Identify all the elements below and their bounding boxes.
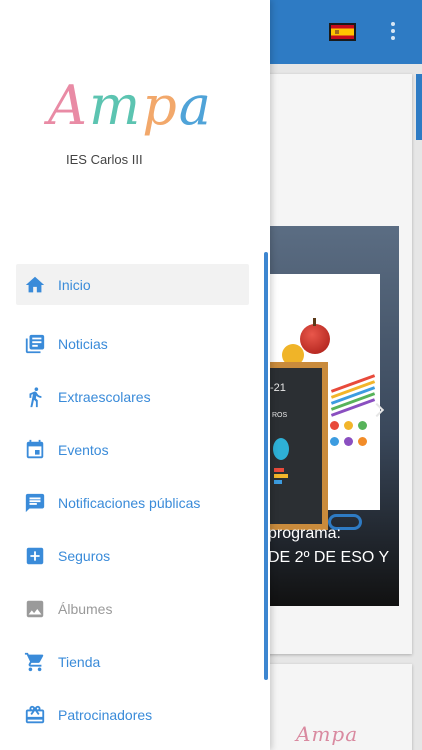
ampa-logo: Ampa IES Carlos III	[48, 74, 228, 170]
mini-logo: Ampa	[296, 722, 359, 746]
colored-pencils	[330, 374, 376, 422]
slide-image: -21 ROS	[270, 274, 380, 530]
navigation-drawer: Ampa IES Carlos III Inicio Noticias Extr…	[0, 0, 270, 750]
board-text: -21	[270, 382, 286, 394]
plus-box-icon	[24, 545, 46, 567]
menu-item-albumes[interactable]: Álbumes	[16, 582, 249, 635]
menu-item-patrocinadores[interactable]: Patrocinadores	[16, 688, 249, 741]
message-icon	[24, 492, 46, 514]
calendar-icon	[24, 439, 46, 461]
menu-item-noticias[interactable]: Noticias	[16, 317, 249, 370]
paint-palette	[328, 419, 372, 463]
card-accent-strip	[416, 74, 422, 140]
home-icon	[24, 274, 46, 296]
menu-label: Eventos	[58, 441, 109, 458]
cart-icon	[24, 651, 46, 673]
gift-box-icon	[24, 704, 46, 726]
menu-label: Tienda	[58, 653, 101, 670]
logo-word: Ampa	[48, 74, 213, 137]
menu-label: Patrocinadores	[58, 706, 153, 723]
board-subtext: ROS	[272, 412, 288, 419]
running-person-icon	[24, 386, 46, 408]
slide-caption: programa: DE 2º DE ESO Y	[268, 522, 408, 570]
newspaper-icon	[24, 333, 46, 355]
menu-item-tienda[interactable]: Tienda	[16, 635, 249, 688]
more-options-icon[interactable]	[389, 22, 397, 44]
slide-caption-line2: DE 2º DE ESO Y	[268, 549, 390, 566]
menu-item-eventos[interactable]: Eventos	[16, 423, 249, 476]
menu-label: Álbumes	[58, 600, 113, 617]
menu-item-seguros[interactable]: Seguros	[16, 529, 249, 582]
menu-label: Notificaciones públicas	[58, 494, 201, 511]
slide-caption-line1: programa:	[268, 525, 341, 542]
spain-flag-icon[interactable]	[329, 23, 356, 41]
menu-label: Noticias	[58, 335, 108, 352]
red-apple	[300, 318, 330, 354]
bar-graphic	[274, 468, 288, 486]
menu-label: Extraescolares	[58, 388, 151, 405]
drawer-menu: Inicio Noticias Extraescolares Eventos N…	[16, 264, 249, 741]
menu-item-notificaciones[interactable]: Notificaciones públicas	[16, 476, 249, 529]
drawer-scrollbar[interactable]	[264, 252, 268, 680]
menu-item-inicio[interactable]: Inicio	[16, 264, 249, 305]
menu-label: Seguros	[58, 547, 111, 564]
logo-subtitle: IES Carlos III	[66, 152, 143, 167]
menu-label: Inicio	[58, 276, 91, 293]
chalkboard: -21 ROS	[270, 362, 328, 530]
menu-item-extraescolares[interactable]: Extraescolares	[16, 370, 249, 423]
globe	[273, 438, 289, 460]
image-icon	[24, 598, 46, 620]
